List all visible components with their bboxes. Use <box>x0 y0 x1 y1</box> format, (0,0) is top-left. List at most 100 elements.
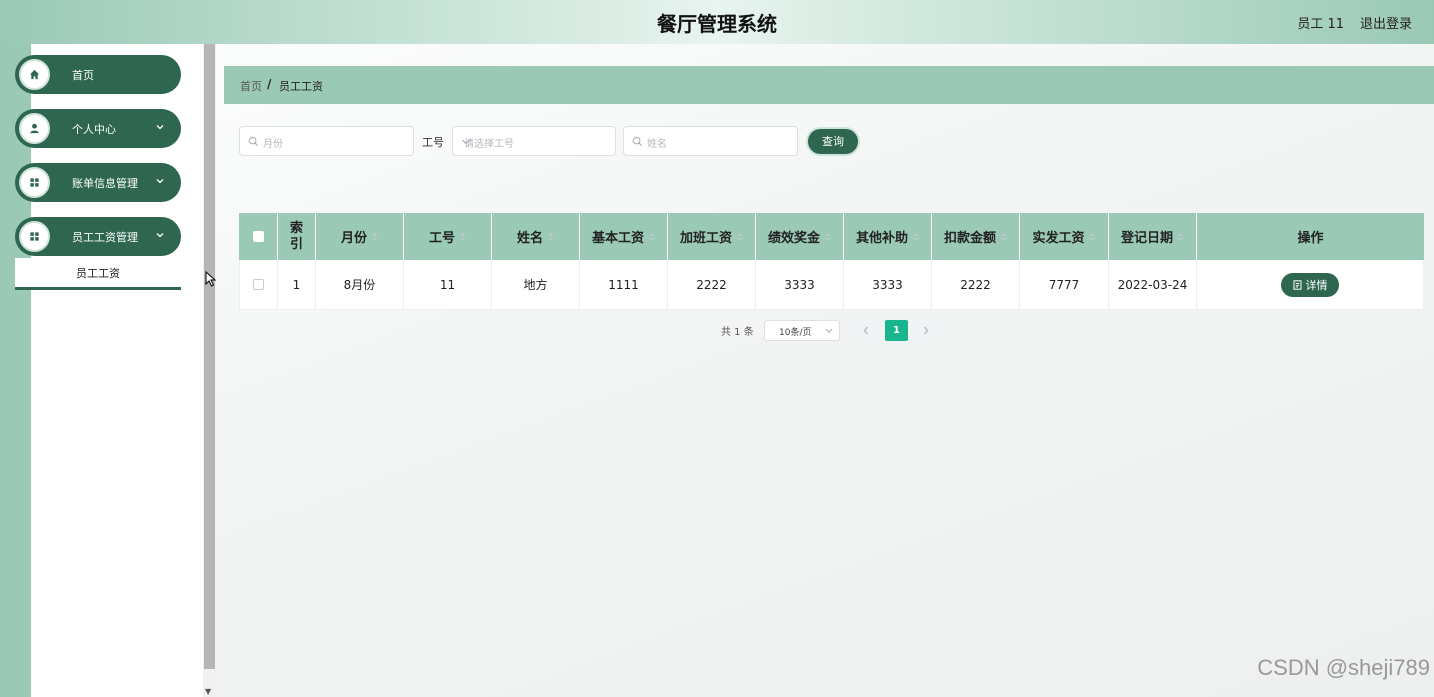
header-bonus[interactable]: 绩效奖金 <box>756 213 844 260</box>
header-date-label: 登记日期 <box>1120 231 1173 246</box>
header-index: 索引 <box>278 213 316 260</box>
sidebar-item-label: 首页 <box>72 69 94 82</box>
chevron-down-icon <box>156 125 164 130</box>
name-search-input[interactable]: 姓名 <box>623 126 798 156</box>
header-deduction-label: 扣款金额 <box>943 231 996 246</box>
document-icon <box>1293 279 1301 290</box>
header-gonghao-label: 工号 <box>428 231 455 246</box>
sort-icon[interactable] <box>1000 232 1007 242</box>
cell-subsidy: 3333 <box>844 260 932 309</box>
breadcrumb: 首页 / 员工工资 <box>224 66 1434 104</box>
sidebar-item-label: 个人中心 <box>72 123 116 136</box>
next-page-button[interactable] <box>915 320 938 341</box>
sort-icon[interactable] <box>912 232 919 242</box>
detail-button[interactable]: 详情 <box>1281 272 1339 297</box>
home-icon <box>19 59 50 90</box>
header-subsidy-label: 其他补助 <box>855 231 908 246</box>
submenu-item-employee-salary[interactable]: 员工工资 <box>15 258 181 290</box>
row-checkbox[interactable] <box>253 279 264 290</box>
cell-action: 详情 <box>1197 260 1423 309</box>
header-date[interactable]: 登记日期 <box>1109 213 1197 260</box>
cell-base-salary: 1111 <box>580 260 668 309</box>
sort-icon[interactable] <box>547 232 554 242</box>
breadcrumb-separator: / <box>267 77 272 91</box>
header-actual-label: 实发工资 <box>1032 231 1085 246</box>
header-action-label: 操作 <box>1297 231 1324 246</box>
scroll-down-arrow-icon[interactable]: ▼ <box>205 687 211 696</box>
grid-icon <box>19 167 50 198</box>
header-action: 操作 <box>1197 213 1424 260</box>
current-user: 员工 11 <box>1297 17 1344 32</box>
detail-button-label: 详情 <box>1305 278 1328 292</box>
cell-gonghao: 11 <box>404 260 492 309</box>
header-base-label: 基本工资 <box>591 231 644 246</box>
page-number-button[interactable]: 1 <box>885 320 908 341</box>
breadcrumb-current: 员工工资 <box>279 80 323 93</box>
header-bonus-label: 绩效奖金 <box>767 231 820 246</box>
sort-icon[interactable] <box>459 232 466 242</box>
sidebar-item-personal-center[interactable]: 个人中心 <box>15 109 181 148</box>
chevron-down-icon <box>462 139 470 145</box>
page-size-label: 10条/页 <box>779 328 812 338</box>
mouse-cursor-icon <box>205 271 216 287</box>
sort-icon[interactable] <box>736 232 743 242</box>
scrollbar-thumb[interactable] <box>204 44 215 669</box>
cell-month: 8月份 <box>316 260 404 309</box>
header-base-salary[interactable]: 基本工资 <box>580 213 668 260</box>
query-button[interactable]: 查询 <box>806 127 860 156</box>
chevron-down-icon <box>156 233 164 238</box>
top-header: 餐厅管理系统 员工 11 退出登录 <box>0 0 1434 44</box>
gonghao-select[interactable]: 请选择工号 <box>452 126 616 156</box>
table-row: 1 8月份 11 地方 1111 2222 3333 3333 2222 777… <box>239 260 1424 310</box>
chevron-left-icon <box>863 326 868 335</box>
header-name-label: 姓名 <box>516 231 543 246</box>
cell-bonus: 3333 <box>756 260 844 309</box>
logout-link[interactable]: 退出登录 <box>1360 13 1412 32</box>
cell-index: 1 <box>278 260 316 309</box>
cell-overtime: 2222 <box>668 260 756 309</box>
search-icon <box>632 136 643 147</box>
header-actual-salary[interactable]: 实发工资 <box>1020 213 1109 260</box>
app-title: 餐厅管理系统 <box>657 12 777 36</box>
header-gonghao[interactable]: 工号 <box>404 213 492 260</box>
header-name[interactable]: 姓名 <box>492 213 580 260</box>
sort-icon[interactable] <box>648 232 655 242</box>
header-index-label: 索引 <box>289 220 303 252</box>
name-placeholder: 姓名 <box>647 139 667 150</box>
sidebar-item-home[interactable]: 首页 <box>15 55 181 94</box>
header-month[interactable]: 月份 <box>316 213 404 260</box>
sort-icon[interactable] <box>1089 232 1096 242</box>
cell-date: 2022-03-24 <box>1109 260 1197 309</box>
month-placeholder: 月份 <box>263 139 283 150</box>
header-month-label: 月份 <box>340 231 367 246</box>
user-icon <box>19 113 50 144</box>
sort-icon[interactable] <box>824 232 831 242</box>
header-overtime[interactable]: 加班工资 <box>668 213 756 260</box>
chevron-down-icon <box>825 328 833 334</box>
prev-page-button[interactable] <box>855 320 878 341</box>
submenu-item-label: 员工工资 <box>76 267 120 280</box>
page-size-select[interactable]: 10条/页 <box>764 320 840 341</box>
header-overtime-label: 加班工资 <box>679 231 732 246</box>
chevron-right-icon <box>924 326 929 335</box>
cell-deduction: 2222 <box>932 260 1020 309</box>
select-all-checkbox[interactable] <box>252 231 264 242</box>
sidebar-item-label: 员工工资管理 <box>72 231 138 244</box>
sidebar-item-label: 账单信息管理 <box>72 177 138 190</box>
sidebar-item-bill-management[interactable]: 账单信息管理 <box>15 163 181 202</box>
grid-icon <box>19 221 50 252</box>
breadcrumb-home[interactable]: 首页 <box>240 78 262 94</box>
header-deduction[interactable]: 扣款金额 <box>932 213 1020 260</box>
search-icon <box>248 136 259 147</box>
pagination-total: 共 1 条 <box>721 327 754 338</box>
sidebar-item-salary-management[interactable]: 员工工资管理 <box>15 217 181 256</box>
row-checkbox-cell[interactable] <box>240 260 278 309</box>
month-search-input[interactable]: 月份 <box>239 126 414 156</box>
select-all-checkbox-cell[interactable] <box>239 213 278 260</box>
table-header: 索引 月份 工号 姓名 基本工资 加班工资 绩效奖金 其他补助 扣款金额 实发工… <box>239 213 1424 260</box>
cell-actual-salary: 7777 <box>1020 260 1109 309</box>
sort-icon[interactable] <box>1177 232 1184 242</box>
cell-name: 地方 <box>492 260 580 309</box>
header-subsidy[interactable]: 其他补助 <box>844 213 932 260</box>
sort-icon[interactable] <box>371 232 378 242</box>
